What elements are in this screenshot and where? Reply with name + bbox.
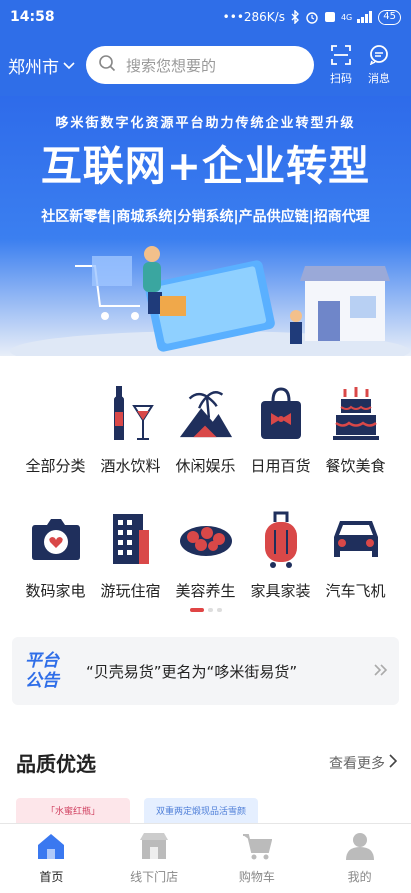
scan-label: 扫码 xyxy=(330,71,352,85)
chevron-down-icon xyxy=(63,55,75,75)
message-button[interactable]: 消息 xyxy=(368,44,390,86)
chat-bubble-icon xyxy=(368,44,390,70)
search-icon xyxy=(98,54,116,76)
carousel-dot[interactable] xyxy=(216,608,222,612)
category-label: 餐饮美食 xyxy=(325,457,386,475)
category-drinks[interactable]: 酒水饮料 xyxy=(93,385,168,510)
notice-text: “贝壳易货”更名为“哆米街易货” xyxy=(86,662,298,681)
category-daily-goods[interactable]: 日用百货 xyxy=(243,385,318,510)
battery-level: 45 xyxy=(378,9,401,25)
quality-section-header: 品质优选 查看更多 xyxy=(16,748,398,777)
alarm-icon xyxy=(305,10,319,24)
search-placeholder: 搜索您想要的 xyxy=(126,56,217,75)
category-label: 游玩住宿 xyxy=(100,582,161,600)
platform-notice[interactable]: 平台公告 “贝壳易货”更名为“哆米街易货” xyxy=(12,637,399,705)
banner-illustration xyxy=(10,246,410,356)
category-all[interactable]: 全部分类 xyxy=(18,385,93,510)
tab-profile[interactable]: 我的 xyxy=(308,824,411,893)
category-digital[interactable]: 数码家电 xyxy=(18,510,93,635)
promo-banner[interactable]: 哆米街数字化资源平台助力传统企业转型升级 互联网+企业转型 社区新零售|商城系统… xyxy=(0,96,411,356)
category-vehicles[interactable]: 汽车飞机 xyxy=(318,510,393,635)
status-icons: •••286K/s 4G 45 xyxy=(222,9,401,25)
category-label: 全部分类 xyxy=(25,457,86,475)
building-icon xyxy=(103,510,159,568)
carousel-dot[interactable] xyxy=(207,608,213,612)
product-caption: 双重两定煅现品活雪颜 xyxy=(155,807,246,817)
tab-label: 购物车 xyxy=(238,870,275,884)
home-icon xyxy=(36,832,66,864)
category-label: 日用百货 xyxy=(250,457,311,475)
category-grid: 全部分类 酒水饮料 休闲娱乐 日用百货 餐饮美食 数码家电 游玩住宿 美容养生 … xyxy=(18,385,393,635)
all-categories-icon xyxy=(28,385,84,443)
category-furniture[interactable]: 家具家装 xyxy=(243,510,318,635)
message-label: 消息 xyxy=(368,71,390,85)
city-name: 郑州市 xyxy=(8,57,59,78)
carousel-indicator xyxy=(0,608,411,612)
tab-label: 首页 xyxy=(39,870,64,884)
bottom-tab-bar: 首页 线下门店 购物车 我的 xyxy=(0,823,411,893)
scan-button[interactable]: 扫码 xyxy=(330,44,352,86)
category-label: 数码家电 xyxy=(25,582,86,600)
category-label: 家具家装 xyxy=(250,582,311,600)
status-time: 14:58 xyxy=(10,9,55,25)
island-icon xyxy=(178,385,234,443)
store-icon xyxy=(140,832,169,864)
sim-icon xyxy=(324,11,336,23)
luggage-icon xyxy=(253,510,309,568)
tab-cart[interactable]: 购物车 xyxy=(206,824,309,893)
chevron-right-icon xyxy=(389,753,398,772)
network-speed: •••286K/s xyxy=(222,10,285,24)
section-title: 品质优选 xyxy=(16,752,96,776)
banner-tags: 社区新零售|商城系统|分销系统|产品供应链|招商代理 xyxy=(41,209,370,225)
signal-icon xyxy=(357,11,373,23)
bluetooth-icon xyxy=(290,10,300,24)
category-food[interactable]: 餐饮美食 xyxy=(318,385,393,510)
category-beauty[interactable]: 美容养生 xyxy=(168,510,243,635)
category-label: 美容养生 xyxy=(175,582,236,600)
search-input[interactable]: 搜索您想要的 xyxy=(86,46,314,84)
tab-home[interactable]: 首页 xyxy=(0,824,103,893)
wine-icon xyxy=(103,385,159,443)
category-leisure[interactable]: 休闲娱乐 xyxy=(168,385,243,510)
category-label: 汽车飞机 xyxy=(325,582,386,600)
notice-badge: 平台公告 xyxy=(25,651,59,691)
category-row: 数码家电 游玩住宿 美容养生 家具家装 汽车飞机 xyxy=(18,510,393,635)
double-chevron-right-icon xyxy=(373,661,389,682)
status-bar: 14:58 •••286K/s 4G 45 xyxy=(0,0,411,34)
category-row: 全部分类 酒水饮料 休闲娱乐 日用百货 餐饮美食 xyxy=(18,385,393,510)
tab-label: 线下门店 xyxy=(130,870,179,884)
person-icon xyxy=(345,832,374,864)
view-more-link[interactable]: 查看更多 xyxy=(329,753,398,773)
candy-icon xyxy=(178,510,234,568)
banner-subtitle: 哆米街数字化资源平台助力传统企业转型升级 xyxy=(55,116,356,131)
banner-title: 互联网+企业转型 xyxy=(40,142,371,190)
app-screen: 14:58 •••286K/s 4G 45 郑州市 搜索您想要的 扫码 消息 哆… xyxy=(0,0,411,893)
top-header: 郑州市 搜索您想要的 扫码 消息 xyxy=(0,34,411,96)
cake-icon xyxy=(328,385,384,443)
view-more-label: 查看更多 xyxy=(329,755,385,772)
category-label: 休闲娱乐 xyxy=(175,457,236,475)
scan-icon xyxy=(331,44,351,70)
category-travel[interactable]: 游玩住宿 xyxy=(93,510,168,635)
network-type: 4G xyxy=(340,12,353,22)
camera-icon xyxy=(28,510,84,568)
cart-icon xyxy=(242,832,273,864)
product-caption: 「水蜜红瓶」 xyxy=(45,807,100,817)
car-icon xyxy=(328,510,384,568)
shopping-bag-icon xyxy=(253,385,309,443)
tab-stores[interactable]: 线下门店 xyxy=(103,824,206,893)
category-label: 酒水饮料 xyxy=(100,457,161,475)
carousel-dot-active[interactable] xyxy=(189,608,204,612)
tab-label: 我的 xyxy=(347,870,372,884)
city-selector[interactable]: 郑州市 xyxy=(8,53,86,78)
